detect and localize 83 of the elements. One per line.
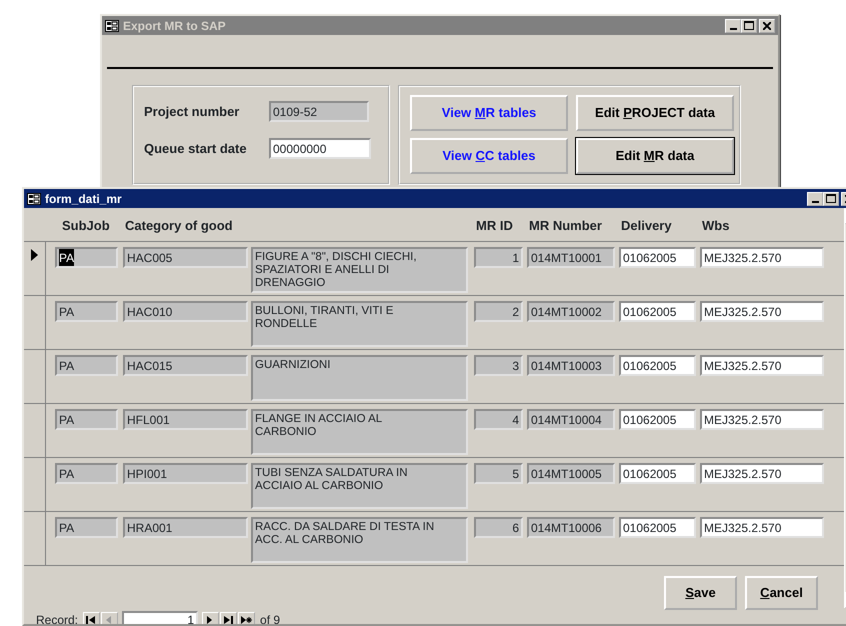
table-cell: 014MT10003 — [527, 355, 615, 376]
maximize-button[interactable] — [741, 18, 757, 32]
table-cell: 3 — [474, 355, 523, 376]
current-record-icon — [31, 249, 38, 261]
table-cell: 2 — [474, 301, 523, 322]
text-field[interactable]: 0109-52 — [269, 101, 369, 122]
table-cell: HAC005 — [123, 247, 248, 268]
table-cell: TUBI SENZA SALDATURA IN ACCIAIO AL CARBONIO — [251, 463, 468, 509]
table-cell: PA — [55, 517, 118, 538]
window-title: form_dati_mr — [45, 190, 123, 208]
close-icon — [763, 22, 771, 30]
table-cell[interactable]: MEJ325.2.570 — [700, 409, 824, 430]
table-cell: PA — [55, 463, 118, 484]
window-title: Export MR to SAP — [123, 18, 227, 34]
table-cell: 5 — [474, 463, 523, 484]
table-cell: 014MT10002 — [527, 301, 615, 322]
last-record-button[interactable] — [220, 612, 238, 624]
command-button[interactable]: Edit PROJECT data — [576, 95, 734, 131]
field-label: Project number — [144, 102, 240, 121]
new-record-button[interactable] — [238, 612, 256, 624]
table-cell: PA — [55, 301, 118, 322]
form-icon — [105, 20, 119, 32]
table-cell[interactable]: 01062005 — [619, 517, 696, 538]
table-cell[interactable]: MEJ325.2.570 — [700, 301, 824, 322]
minimize-button[interactable] — [725, 18, 741, 32]
table-cell[interactable]: 01062005 — [619, 301, 696, 322]
table-cell: HPI001 — [123, 463, 248, 484]
column-header: Wbs — [702, 217, 730, 235]
table-cell: RACC. DA SALDARE DI TESTA IN ACC. AL CARBONIO — [251, 517, 468, 563]
table-cell: FLANGE IN ACCIAIO AL CARBONIO — [251, 409, 468, 455]
column-header: Delivery — [621, 217, 672, 235]
command-button[interactable]: Save — [664, 576, 737, 610]
table-cell[interactable]: 01062005 — [619, 463, 696, 484]
table-cell[interactable]: 01062005 — [619, 355, 696, 376]
link-button[interactable]: View CC tables — [410, 138, 568, 174]
table-cell: PA — [55, 409, 118, 430]
column-header: MR ID — [476, 217, 513, 235]
minimize-icon — [812, 201, 818, 203]
table-cell[interactable]: MEJ325.2.570 — [700, 463, 824, 484]
table-cell[interactable]: 01062005 — [619, 409, 696, 430]
column-header: Category of good — [125, 217, 233, 235]
table-cell: GUARNIZIONI — [251, 355, 468, 401]
command-button[interactable]: Edit MR data — [576, 138, 734, 174]
new-record-icon — [241, 615, 252, 624]
table-cell: HAC010 — [123, 301, 248, 322]
table-cell[interactable]: MEJ325.2.570 — [700, 355, 824, 376]
table-cell[interactable]: MEJ325.2.570 — [700, 517, 824, 538]
field-label: Queue start date — [144, 140, 248, 158]
table-cell: 4 — [474, 409, 523, 430]
minimize-button[interactable] — [807, 192, 823, 206]
next-record-button[interactable] — [202, 612, 220, 624]
column-header: MR Number — [529, 217, 602, 235]
table-cell: 014MT10005 — [527, 463, 615, 484]
table-cell: 014MT10001 — [527, 247, 615, 268]
maximize-icon — [826, 194, 836, 203]
table-cell: 6 — [474, 517, 523, 538]
form-icon — [27, 192, 41, 204]
record-number-field[interactable]: 1 — [122, 611, 198, 624]
first-record-icon — [86, 615, 98, 624]
minimize-icon — [730, 28, 736, 30]
maximize-icon — [744, 21, 754, 30]
table-cell: HFL001 — [123, 409, 248, 430]
column-header: SubJob — [62, 217, 110, 235]
table-cell: BULLONI, TIRANTI, VITI E RONDELLE — [251, 301, 468, 347]
table-cell: HRA001 — [123, 517, 248, 538]
link-button[interactable]: View MR tables — [410, 95, 568, 131]
table-cell: 014MT10006 — [527, 517, 615, 538]
text-field[interactable]: 00000000 — [269, 138, 371, 159]
record-count: of 9 — [260, 612, 280, 624]
last-record-icon — [223, 615, 234, 624]
close-button[interactable] — [759, 18, 775, 32]
first-record-button[interactable] — [83, 612, 100, 624]
table-cell: PA — [55, 247, 118, 268]
table-cell: FIGURE A "8", DISCHI CIECHI, SPAZIATORI E ANELLI DI DRENAGGIO — [251, 247, 468, 293]
record-label: Record: — [36, 612, 78, 624]
table-cell[interactable]: MEJ325.2.570 — [700, 247, 824, 268]
table-cell: 1 — [474, 247, 523, 268]
maximize-button[interactable] — [823, 192, 839, 206]
table-cell: PA — [55, 355, 118, 376]
command-button[interactable]: Cancel — [745, 576, 818, 610]
table-cell: HAC015 — [123, 355, 248, 376]
table-cell: 014MT10004 — [527, 409, 615, 430]
table-cell[interactable]: 01062005 — [619, 247, 696, 268]
